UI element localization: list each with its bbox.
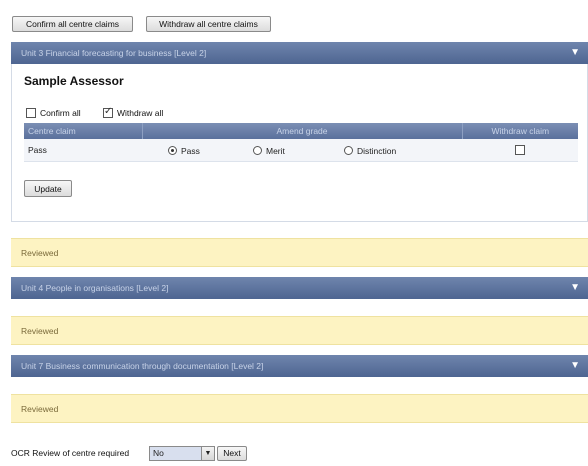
pass-label: Pass <box>181 146 200 156</box>
claims-table: Centre claim Amend grade Withdraw claim … <box>24 123 578 162</box>
expand-toggle-icon[interactable]: ▼ <box>570 277 580 299</box>
centre-claim-cell: Pass <box>24 139 142 162</box>
merit-label: Merit <box>266 146 285 156</box>
next-button[interactable]: Next <box>217 446 247 461</box>
confirm-all-label: Confirm all <box>40 108 81 118</box>
unit-7-title: Unit 7 Business communication through do… <box>21 361 264 371</box>
claims-table-header: Centre claim Amend grade Withdraw claim <box>24 123 578 139</box>
grade-option-merit[interactable]: Merit <box>253 146 285 156</box>
dropdown-arrow-icon[interactable]: ▼ <box>201 447 214 460</box>
column-centre-claim: Centre claim <box>24 123 143 139</box>
expand-toggle-icon[interactable]: ▼ <box>570 355 580 377</box>
distinction-label: Distinction <box>357 146 397 156</box>
withdraw-all-label: Withdraw all <box>117 108 164 118</box>
confirm-all-centre-claims-button[interactable]: Confirm all centre claims <box>12 16 133 32</box>
grade-option-pass[interactable]: Pass <box>168 146 200 156</box>
unit-7-status: Reviewed <box>11 394 588 423</box>
grade-option-distinction[interactable]: Distinction <box>344 146 396 156</box>
unit-4-status: Reviewed <box>11 316 588 345</box>
confirm-all-checkbox[interactable] <box>26 108 36 118</box>
withdraw-all-checkbox[interactable] <box>103 106 113 118</box>
unit-3-title: Unit 3 Financial forecasting for busines… <box>21 48 207 58</box>
withdraw-claim-cell <box>462 139 578 162</box>
withdraw-claim-checkbox[interactable] <box>515 144 525 155</box>
ocr-review-label: OCR Review of centre required <box>11 448 130 458</box>
column-amend-grade: Amend grade <box>142 123 463 139</box>
column-withdraw-claim: Withdraw claim <box>462 123 578 139</box>
distinction-radio[interactable] <box>344 146 353 155</box>
unit-4-title: Unit 4 People in organisations [Level 2] <box>21 283 169 293</box>
unit-7-header[interactable]: Unit 7 Business communication through do… <box>11 355 588 377</box>
pass-radio[interactable] <box>168 146 177 155</box>
table-row: Pass Pass Merit Distinction <box>24 139 578 162</box>
withdraw-all-option[interactable]: Withdraw all <box>103 106 164 118</box>
withdraw-all-centre-claims-button[interactable]: Withdraw all centre claims <box>146 16 271 32</box>
update-button[interactable]: Update <box>24 180 72 197</box>
assessor-name: Sample Assessor <box>24 74 124 88</box>
ocr-review-select[interactable]: No ▼ <box>149 446 215 461</box>
unit-3-status: Reviewed <box>11 238 588 267</box>
amend-grade-cell: Pass Merit Distinction <box>142 139 462 162</box>
unit-4-header[interactable]: Unit 4 People in organisations [Level 2]… <box>11 277 588 299</box>
ocr-review-value: No <box>153 448 164 458</box>
unit-3-header[interactable]: Unit 3 Financial forecasting for busines… <box>11 42 588 64</box>
merit-radio[interactable] <box>253 146 262 155</box>
confirm-all-option[interactable]: Confirm all <box>26 108 81 118</box>
collapse-toggle-icon[interactable]: ▼ <box>570 42 580 64</box>
